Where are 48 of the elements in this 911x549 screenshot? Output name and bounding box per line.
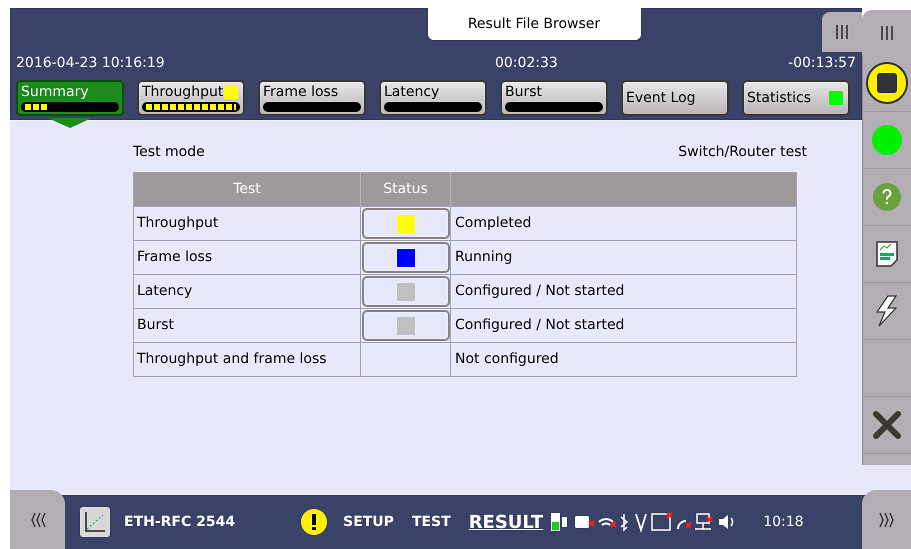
measurement-tab[interactable]: Burst [500, 80, 608, 116]
date-time: 2016-04-23 10:16:19 [16, 54, 165, 72]
stop-button[interactable] [866, 62, 908, 104]
chart-app-icon[interactable] [80, 507, 110, 537]
result-file-browser-tab[interactable]: Result File Browser [428, 8, 640, 40]
close-icon[interactable] [872, 410, 902, 440]
table-cell: Frame loss [134, 240, 360, 274]
table-cell: Running [450, 240, 796, 274]
app-name: ETH-RFC 2544 [124, 512, 236, 532]
measurement-tab[interactable]: Statistics [742, 80, 850, 116]
test-mode-value: Switch/Router test [678, 143, 807, 162]
scroll-right-button[interactable] [862, 490, 911, 549]
status-button[interactable] [362, 242, 450, 273]
status-button[interactable] [362, 310, 450, 341]
scroll-left-button[interactable] [10, 490, 65, 549]
table-cell: Throughput [134, 206, 360, 240]
nav-tab[interactable]: TEST [412, 512, 451, 532]
status-button[interactable] [362, 276, 450, 307]
nav-tab[interactable]: RESULT [468, 508, 544, 536]
clock: 10:18 [763, 512, 804, 532]
triple-chevron-right-icon [878, 510, 896, 528]
status-button[interactable] [362, 208, 450, 239]
grip-icon [880, 24, 894, 42]
stop-icon [877, 73, 897, 93]
table-cell: Not configured [450, 342, 796, 376]
measurement-tab[interactable]: Frame loss [258, 80, 366, 116]
table-cell: Configured / Not started [450, 308, 796, 342]
triple-chevron-left-icon [28, 510, 46, 528]
help-icon [882, 189, 892, 205]
nav-tab[interactable]: SETUP [343, 512, 394, 532]
grip-icon [835, 23, 849, 41]
table-cell: Burst [134, 308, 360, 342]
column-header: Test [134, 172, 360, 206]
remaining-time: -00:13:57 [788, 54, 856, 72]
panel-handle[interactable] [822, 12, 862, 52]
lightning-icon[interactable] [874, 295, 900, 327]
help-button[interactable] [873, 183, 901, 211]
measurement-tab[interactable]: Latency [379, 80, 487, 116]
measurement-tab[interactable]: Event Log [621, 80, 729, 116]
table-cell: Configured / Not started [450, 274, 796, 308]
measurement-tab[interactable]: Throughput [137, 80, 245, 116]
test-mode-label: Test mode [133, 143, 205, 162]
table-cell: Throughput and frame loss [134, 342, 360, 376]
elapsed-time: 00:02:33 [494, 54, 558, 72]
report-icon[interactable] [876, 241, 898, 267]
table-cell: Latency [134, 274, 360, 308]
warning-icon[interactable] [301, 509, 328, 535]
table-cell: Completed [450, 206, 796, 240]
